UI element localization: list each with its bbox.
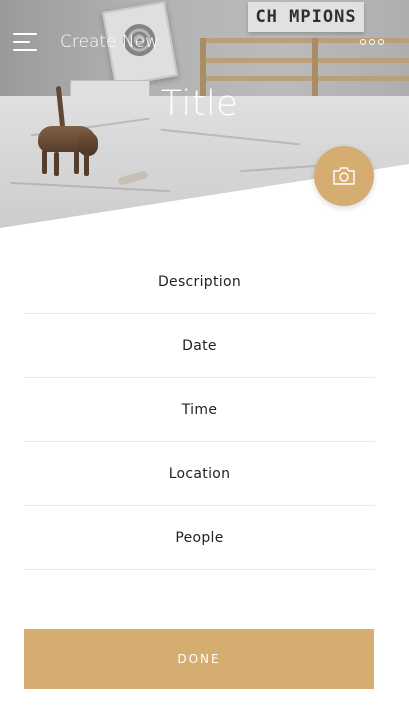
location-field[interactable]: Location — [24, 442, 375, 506]
time-field[interactable]: Time — [24, 378, 375, 442]
hamburger-menu-icon[interactable] — [13, 33, 37, 53]
more-options-icon[interactable] — [360, 39, 386, 47]
people-field[interactable]: People — [24, 506, 375, 570]
done-button[interactable]: DONE — [24, 629, 374, 689]
camera-icon — [333, 167, 355, 185]
date-field[interactable]: Date — [24, 314, 375, 378]
description-field[interactable]: Description — [24, 250, 375, 314]
screen-title: Create New — [60, 32, 159, 52]
event-form: Description Date Time Location People — [24, 250, 375, 570]
add-photo-button[interactable] — [314, 146, 374, 206]
event-title[interactable]: Title — [0, 84, 399, 124]
top-bar: Create New — [0, 24, 409, 60]
